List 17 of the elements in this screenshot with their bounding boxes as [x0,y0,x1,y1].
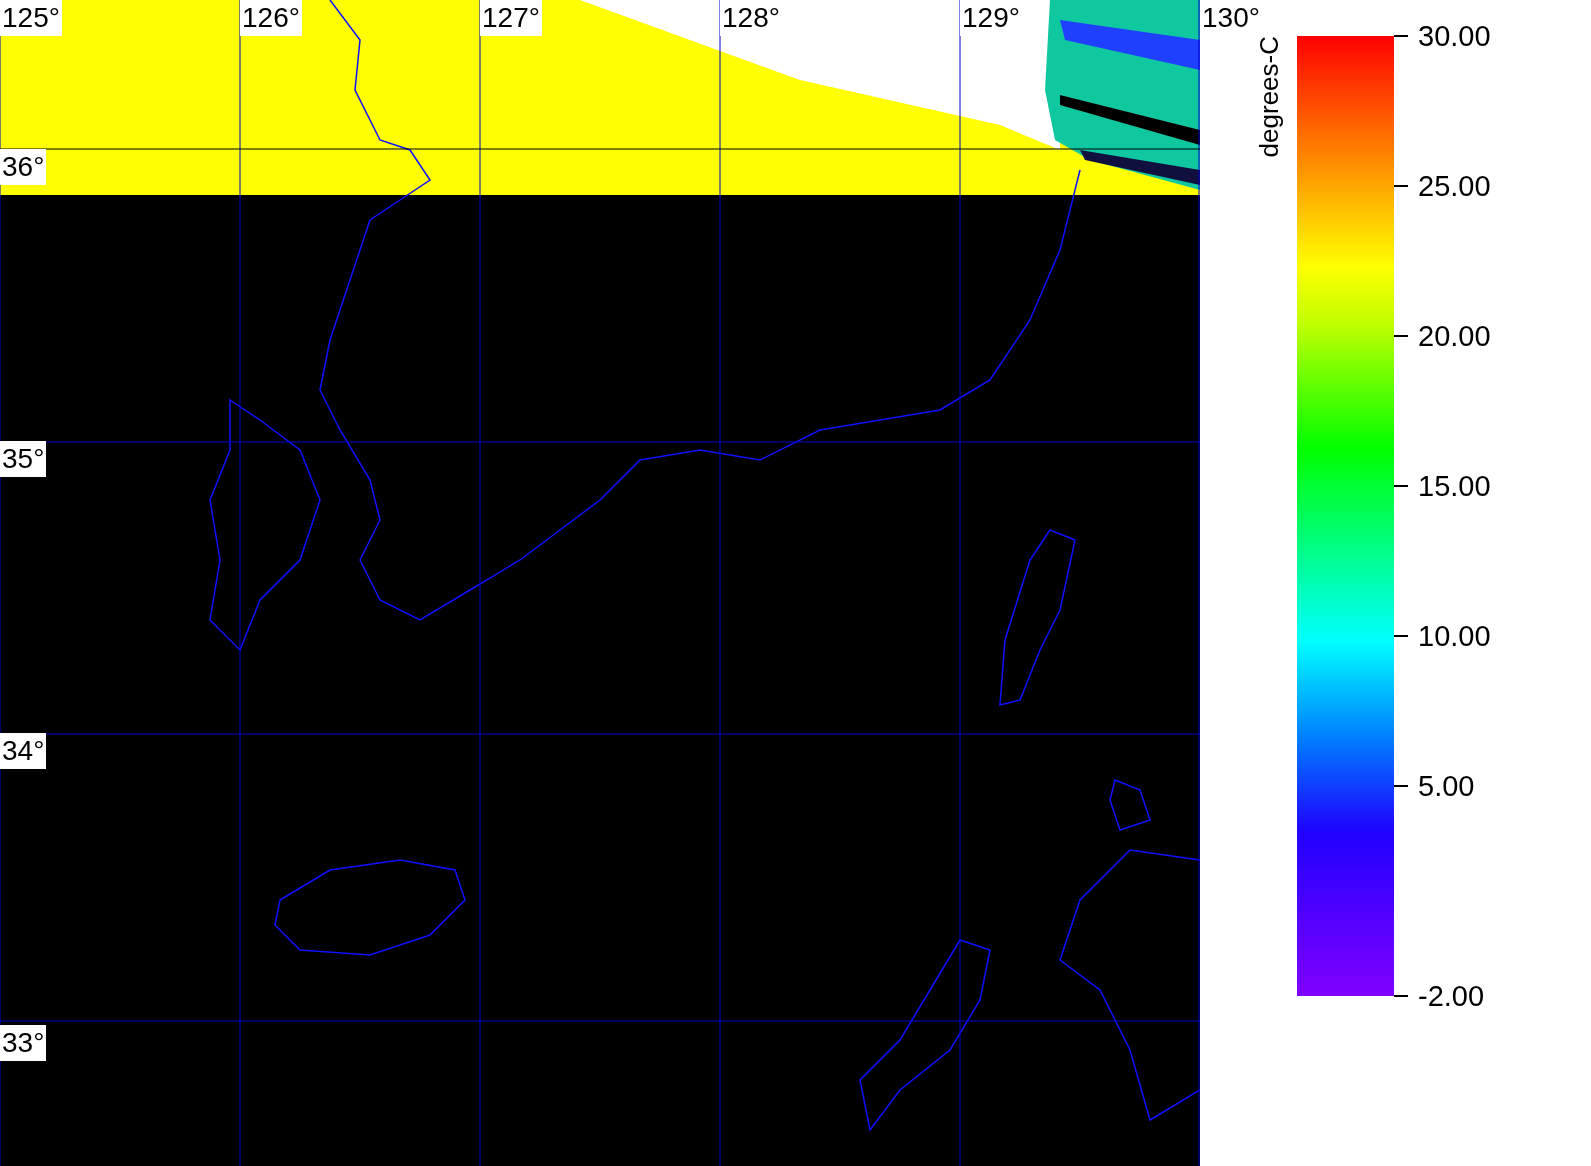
latitude-label: 36° [0,149,47,185]
longitude-label: 129° [960,0,1022,36]
colorbar-tick-label: 15.00 [1418,469,1491,504]
colorbar-tick-label: -2.00 [1418,979,1485,1014]
latitude-label: 33° [0,1025,47,1061]
longitude-label: 126° [240,0,302,36]
colorbar-tick-label: 5.00 [1418,769,1475,804]
longitude-label: 125° [0,0,62,36]
longitude-label: 127° [480,0,542,36]
colorbar-title: degrees-C [1253,36,1285,158]
colorbar-tick-label: 10.00 [1418,619,1491,654]
latitude-label: 35° [0,441,47,477]
colorbar-tick-label: 25.00 [1418,169,1491,204]
colorbar-tick-label: 30.00 [1418,19,1491,54]
longitude-label: 128° [720,0,782,36]
latitude-label: 34° [0,733,47,769]
colorbar-tick-label: 20.00 [1418,319,1491,354]
